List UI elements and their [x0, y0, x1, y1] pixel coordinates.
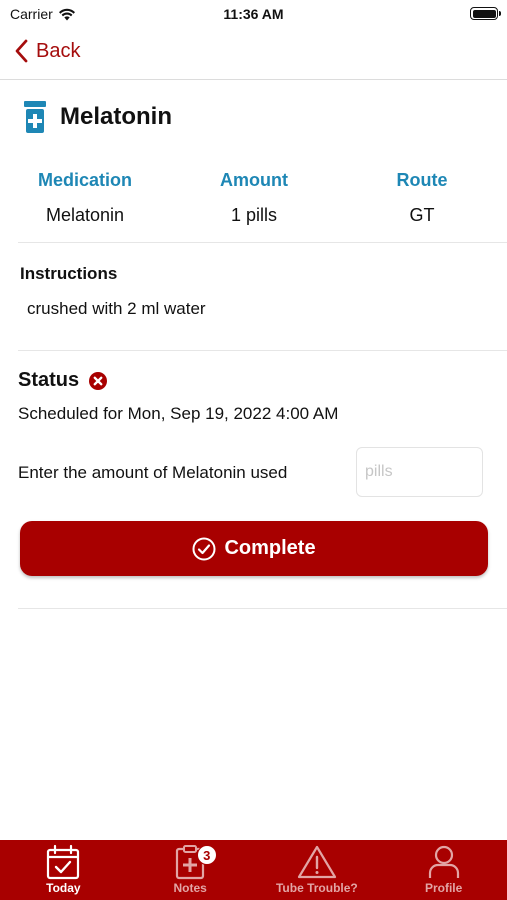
instructions-label: Instructions: [20, 264, 118, 283]
status-label: Status: [18, 369, 80, 391]
back-button[interactable]: Back: [14, 39, 80, 63]
calendar-check-icon: [47, 844, 80, 880]
tab-notes[interactable]: Notes 3: [127, 840, 254, 900]
route-header: Route: [396, 170, 448, 190]
person-icon: [428, 845, 459, 878]
amount-column: Amount 1 pills: [174, 170, 334, 226]
route-column: Route GT: [342, 170, 502, 226]
notes-badge: 3: [196, 845, 217, 865]
divider: [18, 242, 507, 243]
medication-title-row: Melatonin: [24, 101, 172, 133]
divider: [18, 350, 507, 351]
back-label: Back: [36, 39, 81, 62]
tab-today-label: Today: [46, 881, 81, 895]
tab-profile-label: Profile: [424, 881, 463, 895]
medicine-bottle-icon: [24, 101, 46, 133]
clock: 11:36 AM: [223, 6, 284, 22]
error-circle-icon: [89, 371, 108, 390]
tab-notes-label: Notes: [173, 881, 207, 895]
status-row: Status: [18, 369, 108, 392]
tab-profile[interactable]: Profile: [380, 840, 507, 900]
navigation-bar: Back: [0, 28, 507, 80]
chevron-left-icon: [15, 39, 28, 63]
status-bar: Carrier 11:36 AM: [0, 0, 507, 28]
route-value: GT: [409, 205, 435, 225]
amount-value: 1 pills: [230, 205, 278, 225]
tab-bar: Today Notes 3 Tube Trouble? Profile: [0, 840, 507, 900]
amount-header: Amount: [220, 170, 288, 190]
divider: [18, 608, 507, 609]
complete-button-label: Complete: [224, 537, 316, 559]
page-title: Melatonin: [60, 103, 172, 130]
tab-tube-trouble-label: Tube Trouble?: [275, 881, 358, 895]
medication-header: Medication: [37, 170, 132, 190]
battery-icon: [470, 7, 501, 20]
tab-today[interactable]: Today: [0, 840, 127, 900]
tab-tube-trouble[interactable]: Tube Trouble?: [254, 840, 381, 900]
medication-value: Melatonin: [45, 205, 125, 225]
scheduled-time: Scheduled for Mon, Sep 19, 2022 4:00 AM: [18, 404, 339, 423]
amount-input[interactable]: [356, 447, 483, 497]
check-circle-icon: [192, 537, 216, 560]
amount-entry-label: Enter the amount of Melatonin used: [18, 463, 288, 482]
warning-triangle-icon: [297, 845, 336, 879]
instructions-text: crushed with 2 ml water: [27, 299, 206, 318]
medication-column: Medication Melatonin: [5, 170, 165, 226]
complete-button[interactable]: Complete: [20, 521, 488, 576]
